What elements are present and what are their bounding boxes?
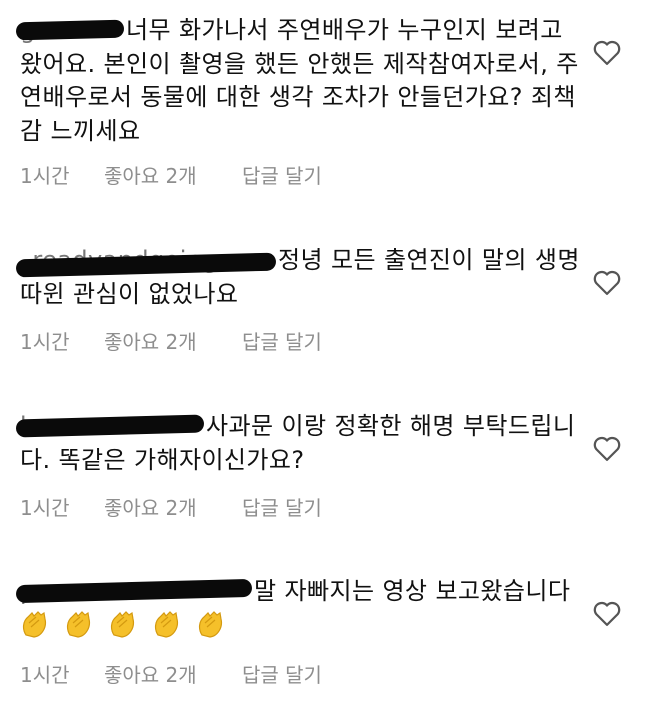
clapping-hands-icon	[155, 610, 179, 638]
comment-4: p말 자빠지는 영상 보고왔습니다 1시간 좋아요 2개 답글 달기	[15, 575, 660, 687]
like-count[interactable]: 좋아요 2개	[104, 659, 197, 688]
username-redacted[interactable]: b	[15, 410, 205, 444]
clapping-hands-icon	[111, 610, 135, 638]
reply-button[interactable]: 답글 달기	[242, 492, 322, 521]
like-count[interactable]: 좋아요 2개	[104, 160, 197, 189]
username-redacted[interactable]: g	[15, 14, 125, 48]
clapping-hands-icon	[66, 610, 91, 638]
redaction-mark	[15, 19, 125, 41]
like-count[interactable]: 좋아요 2개	[104, 326, 197, 355]
comment-3: b사과문 이랑 정확한 해명 부탁드립니다. 똑같은 가해자이신가요? 1시간 …	[15, 410, 660, 520]
like-count[interactable]: 좋아요 2개	[104, 492, 197, 521]
comment-time: 1시간	[20, 663, 70, 687]
username-redacted[interactable]: _readyandgoingo	[15, 244, 277, 278]
comment-time: 1시간	[20, 496, 70, 520]
comment-time: 1시간	[20, 330, 70, 354]
comment-text: b사과문 이랑 정확한 해명 부탁드립니다. 똑같은 가해자이신가요?	[15, 410, 580, 477]
comment-1: g너무 화가나서 주연배우가 누구인지 보려고 왔어요. 본인이 촬영을 했든 …	[15, 14, 660, 188]
clapping-hands-icon	[22, 610, 47, 638]
clap-emoji-group	[20, 610, 232, 639]
username-redacted[interactable]: p	[15, 575, 253, 609]
comment-time: 1시간	[20, 164, 70, 188]
heart-icon[interactable]	[592, 434, 622, 462]
heart-icon[interactable]	[592, 268, 622, 296]
reply-button[interactable]: 답글 달기	[242, 659, 322, 688]
redaction-mark	[15, 578, 253, 604]
reply-button[interactable]: 답글 달기	[242, 326, 322, 355]
comment-2: _readyandgoingo정녕 모든 출연진이 말의 생명따윈 관심이 없었…	[15, 244, 660, 354]
clapping-hands-icon	[199, 610, 223, 638]
redaction-mark	[15, 414, 205, 438]
comment-text: _readyandgoingo정녕 모든 출연진이 말의 생명따윈 관심이 없었…	[15, 244, 580, 311]
comment-text: p말 자빠지는 영상 보고왔습니다	[15, 575, 580, 642]
heart-icon[interactable]	[592, 38, 622, 66]
comment-text: g너무 화가나서 주연배우가 누구인지 보려고 왔어요. 본인이 촬영을 했든 …	[15, 14, 580, 148]
heart-icon[interactable]	[592, 599, 622, 627]
reply-button[interactable]: 답글 달기	[242, 160, 322, 189]
